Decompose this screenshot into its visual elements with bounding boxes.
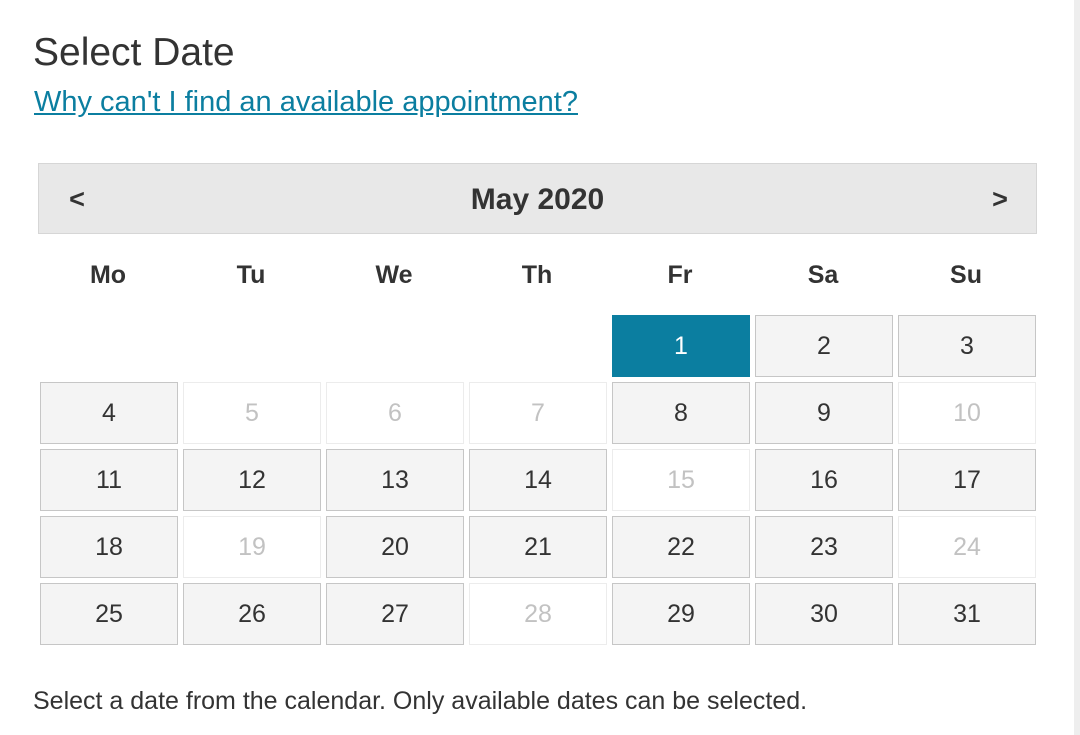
prev-month-button[interactable]: < [47, 164, 107, 235]
calendar-header: < May 2020 > [38, 163, 1037, 234]
calendar-day[interactable]: 31 [898, 583, 1036, 645]
weekday-sa: Sa [807, 261, 839, 289]
calendar-day[interactable]: 12 [183, 449, 321, 511]
calendar-day[interactable]: 11 [40, 449, 178, 511]
calendar-day: 7 [469, 382, 607, 444]
month-label: May 2020 [470, 183, 605, 216]
weekday-tu: Tu [236, 261, 266, 289]
calendar-day[interactable]: 16 [755, 449, 893, 511]
calendar-day[interactable]: 3 [898, 315, 1036, 377]
instruction-text: Select a date from the calendar. Only av… [33, 687, 808, 715]
calendar-grid: 1 2 3 4 5 6 7 8 9 10 11 12 13 14 15 16 17 18 19 20 21 22 23 24 2… [40, 315, 1038, 647]
weekday-fr: Fr [667, 261, 693, 289]
calendar-day: 24 [898, 516, 1036, 578]
calendar-day[interactable]: 20 [326, 516, 464, 578]
calendar-day[interactable]: 4 [40, 382, 178, 444]
calendar-day: 10 [898, 382, 1036, 444]
calendar-day: 19 [183, 516, 321, 578]
calendar-day[interactable]: 9 [755, 382, 893, 444]
calendar-day[interactable]: 22 [612, 516, 750, 578]
help-link[interactable]: Why can't I find an available appointmen… [34, 84, 578, 120]
calendar-day[interactable]: 17 [898, 449, 1036, 511]
calendar-day: 28 [469, 583, 607, 645]
calendar-day[interactable]: 2 [755, 315, 893, 377]
calendar-day[interactable]: 13 [326, 449, 464, 511]
calendar-day[interactable]: 29 [612, 583, 750, 645]
weekday-th: Th [521, 261, 553, 289]
scrollbar-track[interactable] [1074, 0, 1080, 735]
calendar-day: 6 [326, 382, 464, 444]
page-title: Select Date [33, 31, 235, 74]
calendar-day[interactable]: 27 [326, 583, 464, 645]
weekday-we: We [375, 261, 413, 289]
weekday-row: Mo Tu We Th Fr Sa Su [38, 252, 1038, 298]
date-picker-page: Select Date Why can't I find an availabl… [0, 0, 1080, 735]
calendar-day[interactable]: 25 [40, 583, 178, 645]
weekday-mo: Mo [89, 261, 127, 289]
calendar-day[interactable]: 23 [755, 516, 893, 578]
calendar-day[interactable]: 26 [183, 583, 321, 645]
weekday-su: Su [950, 261, 982, 289]
calendar-day: 15 [612, 449, 750, 511]
calendar-day[interactable]: 30 [755, 583, 893, 645]
calendar-day[interactable]: 8 [612, 382, 750, 444]
calendar-day[interactable]: 21 [469, 516, 607, 578]
calendar-day-selected[interactable]: 1 [612, 315, 750, 377]
calendar-day[interactable]: 14 [469, 449, 607, 511]
calendar-day: 5 [183, 382, 321, 444]
next-month-button[interactable]: > [970, 164, 1030, 235]
calendar-day[interactable]: 18 [40, 516, 178, 578]
